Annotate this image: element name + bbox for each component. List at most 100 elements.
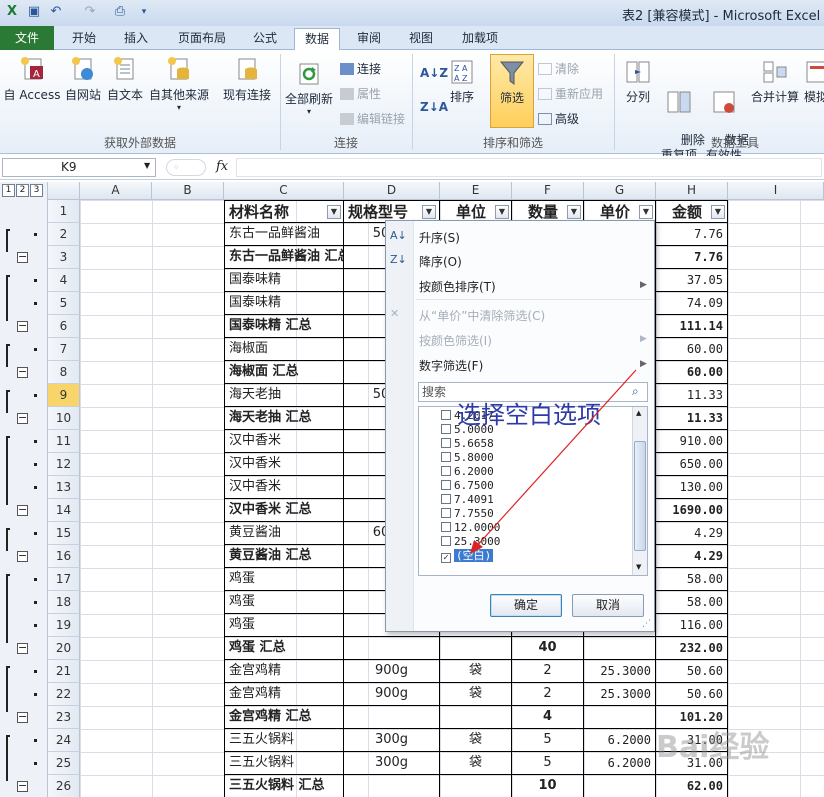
column-header-i[interactable]: I [728,182,824,200]
table-cell-c[interactable]: 汉中香米 [224,453,344,476]
collapse-group-icon[interactable]: − [17,251,28,263]
row-header[interactable]: 5 [48,292,80,315]
formula-bar-divider-handle[interactable]: ◦ [166,159,206,176]
row-header[interactable]: 14 [48,499,80,522]
filter-value-item[interactable]: 25.3000 [441,535,500,549]
table-cell-h[interactable]: 74.09 [656,292,728,315]
outline-level-1-button[interactable]: 1 [2,184,15,197]
row-header[interactable]: 21 [48,660,80,683]
undo-icon[interactable]: ↶ [48,4,64,20]
clear-button[interactable]: 清除 [538,60,579,77]
table-cell-d[interactable]: 900g [344,683,440,706]
outline-level-2-button[interactable]: 2 [16,184,29,197]
table-cell-h[interactable]: 232.00 [656,637,728,660]
table-cell-f[interactable]: 2 [512,683,584,706]
table-cell-g[interactable] [584,706,656,729]
table-cell-h[interactable]: 4.29 [656,522,728,545]
table-cell-c[interactable]: 金宫鸡精 [224,683,344,706]
table-cell-d[interactable]: 300g [344,752,440,775]
table-cell-d[interactable] [344,706,440,729]
row-header[interactable]: 24 [48,729,80,752]
filter-value-item[interactable]: 5.8000 [441,451,494,465]
column-header-e[interactable]: E [440,182,512,200]
table-cell-c[interactable]: 东古一品鲜酱油 汇总 [224,246,344,269]
table-cell-c[interactable]: 海椒面 汇总 [224,361,344,384]
column-header-f[interactable]: F [512,182,584,200]
filter-value-item[interactable]: 5.6658 [441,437,494,451]
filter-dropdown-icon[interactable]: ▼ [711,205,725,219]
collapse-group-icon[interactable]: − [17,642,28,654]
scroll-up-icon[interactable]: ▲ [636,409,641,417]
menu-clear-filter[interactable]: 从“单价”中清除筛选(C) [419,307,545,324]
checkbox-unchecked-icon[interactable] [441,536,451,546]
collapse-group-icon[interactable]: − [17,320,28,332]
filter-active-dropdown-icon[interactable]: ▼ [639,205,653,219]
table-cell-g[interactable]: 25.3000 [584,683,656,706]
text-to-columns-button[interactable]: 分列 [618,58,658,105]
row-header[interactable]: 9 [48,384,80,407]
table-cell-c[interactable]: 鸡蛋 [224,568,344,591]
table-cell-e[interactable]: 袋 [440,683,512,706]
table-cell-h[interactable]: 7.76 [656,246,728,269]
customize-toolbar-icon[interactable]: ▾ [136,4,152,20]
table-cell-h[interactable]: 130.00 [656,476,728,499]
filter-value-item[interactable]: 6.7500 [441,479,494,493]
row-header[interactable]: 19 [48,614,80,637]
name-box[interactable]: K9 [2,158,156,177]
column-header-c[interactable]: C [224,182,344,200]
table-cell-d[interactable] [344,637,440,660]
table-cell-h[interactable]: 11.33 [656,407,728,430]
row-header[interactable]: 1 [48,200,80,223]
scroll-down-icon[interactable]: ▼ [636,563,641,571]
from-web-button[interactable]: 自网站 [62,56,104,103]
table-cell-d[interactable]: 900g [344,660,440,683]
table-cell-c[interactable]: 三五火锅料 [224,752,344,775]
table-cell-c[interactable]: 鸡蛋 [224,591,344,614]
table-cell-f[interactable]: 5 [512,729,584,752]
table-cell-c[interactable]: 黄豆酱油 汇总 [224,545,344,568]
table-cell-c[interactable]: 金宫鸡精 汇总 [224,706,344,729]
checkbox-unchecked-icon[interactable] [441,452,451,462]
row-header[interactable]: 18 [48,591,80,614]
row-header[interactable]: 22 [48,683,80,706]
name-box-dropdown-icon[interactable]: ▼ [144,161,150,170]
row-header[interactable]: 12 [48,453,80,476]
collapse-group-icon[interactable]: − [17,504,28,516]
insert-function-icon[interactable]: fx [216,159,228,174]
table-cell-c[interactable]: 国泰味精 汇总 [224,315,344,338]
scrollbar-thumb[interactable] [634,441,646,551]
table-cell-d[interactable]: 300g [344,729,440,752]
checkbox-checked-icon[interactable]: ✓ [441,553,451,563]
table-cell-f[interactable]: 5 [512,752,584,775]
collapse-group-icon[interactable]: − [17,366,28,378]
row-header[interactable]: 13 [48,476,80,499]
row-header[interactable]: 26 [48,775,80,797]
save-icon[interactable]: ▣ [26,4,42,20]
filter-button[interactable]: 筛选 [490,54,534,128]
collapse-group-icon[interactable]: − [17,711,28,723]
table-cell-c[interactable]: 东古一品鲜酱油 [224,223,344,246]
filter-dropdown-icon[interactable]: ▼ [567,205,581,219]
column-header-h[interactable]: H [656,182,728,200]
row-header[interactable]: 10 [48,407,80,430]
tab-view[interactable]: 视图 [400,28,442,50]
table-cell-c[interactable]: 国泰味精 [224,292,344,315]
advanced-button[interactable]: 高级 [538,110,579,127]
table-cell-h[interactable]: 60.00 [656,338,728,361]
table-cell-h[interactable]: 111.14 [656,315,728,338]
table-cell-c[interactable]: 汉中香米 汇总 [224,499,344,522]
menu-sort-ascending[interactable]: 升序(S) [419,229,460,246]
filter-dropdown-icon[interactable]: ▼ [327,205,341,219]
checkbox-unchecked-icon[interactable] [441,466,451,476]
what-if-button[interactable]: 模拟 [804,58,824,105]
checkbox-unchecked-icon[interactable] [441,438,451,448]
filter-dropdown-icon[interactable]: ▼ [495,205,509,219]
table-cell-e[interactable] [440,775,512,797]
table-cell-c[interactable]: 三五火锅料 汇总 [224,775,344,797]
table-cell-c[interactable]: 国泰味精 [224,269,344,292]
table-cell-g[interactable]: 6.2000 [584,752,656,775]
menu-sort-by-color[interactable]: 按颜色排序(T) [419,278,496,295]
column-header-b[interactable]: B [152,182,224,200]
table-cell-e[interactable]: 袋 [440,660,512,683]
from-text-button[interactable]: 自文本 [104,56,146,103]
